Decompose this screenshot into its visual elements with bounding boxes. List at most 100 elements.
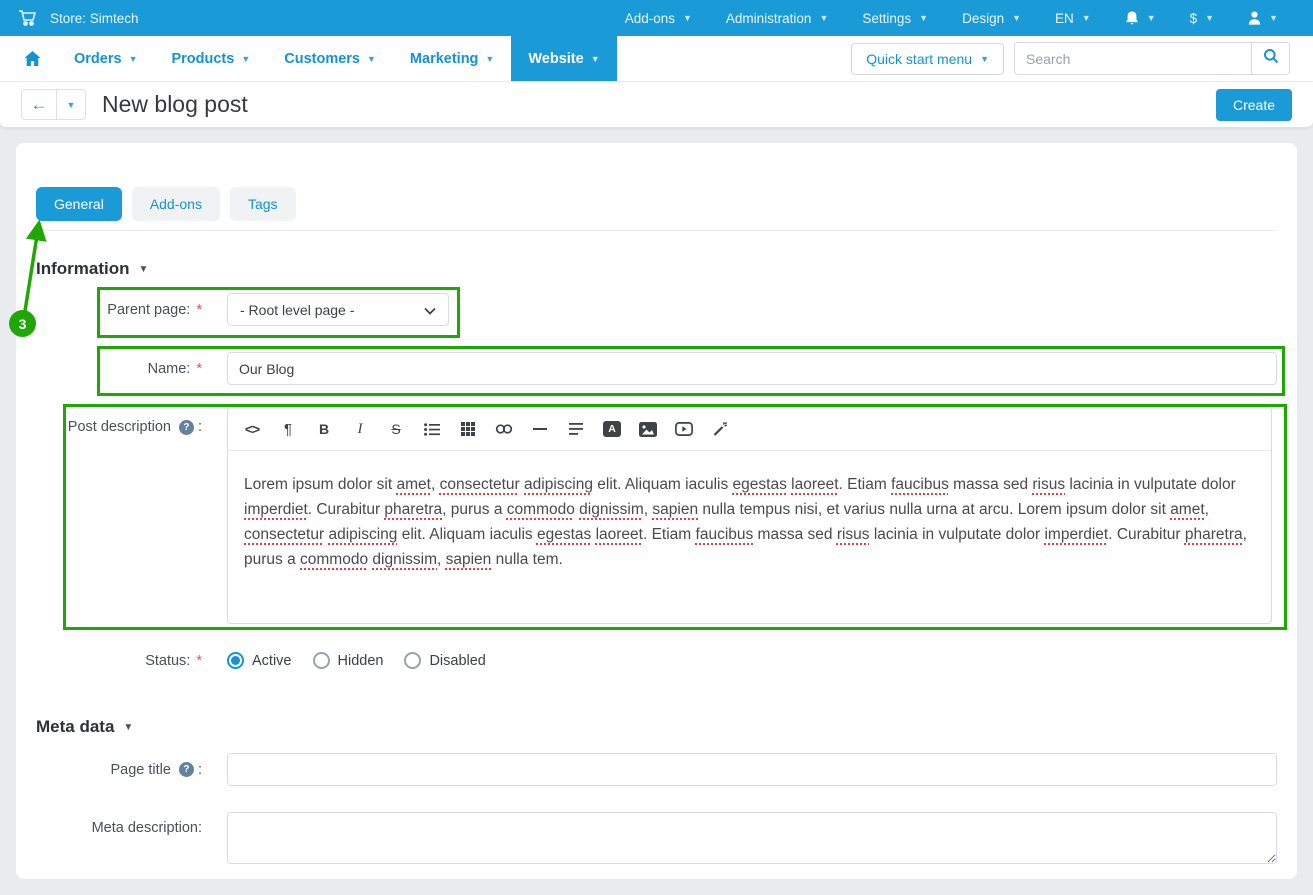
- tab-addons[interactable]: Add-ons: [132, 187, 220, 221]
- topbar-menu-design[interactable]: Design▼: [962, 11, 1021, 26]
- user-icon: [1248, 11, 1261, 25]
- meta-data-section-header[interactable]: Meta data ▼: [36, 717, 1277, 737]
- search-input[interactable]: [1014, 42, 1251, 75]
- name-input[interactable]: [227, 352, 1277, 385]
- editor-toolbar: <>¶BIS A: [228, 408, 1271, 451]
- strikethrough-icon[interactable]: S: [378, 411, 414, 447]
- page-title-input[interactable]: [227, 753, 1277, 786]
- help-icon[interactable]: ?: [179, 420, 194, 435]
- tab-bar: General Add-ons Tags: [36, 187, 1277, 221]
- chevron-down-icon: ▼: [129, 54, 138, 64]
- topbar-menu-currency[interactable]: $▼: [1190, 11, 1214, 26]
- status-radio-group: Active Hidden Disabled: [227, 652, 486, 669]
- required-mark: *: [196, 302, 202, 318]
- back-dropdown-button[interactable]: ▼: [57, 89, 86, 120]
- chevron-down-icon: ▼: [1012, 13, 1021, 23]
- status-option-hidden[interactable]: Hidden: [313, 652, 384, 669]
- nav-item-orders[interactable]: Orders▼: [57, 36, 154, 81]
- topbar-menu-administration[interactable]: Administration▼: [726, 11, 828, 26]
- parent-page-select[interactable]: - Root level page -: [227, 293, 449, 326]
- horizontal-rule-icon[interactable]: [522, 411, 558, 447]
- search-button[interactable]: [1251, 42, 1290, 75]
- name-row: Name:*: [36, 352, 1277, 385]
- nav-item-marketing[interactable]: Marketing▼: [393, 36, 511, 81]
- font-color-icon[interactable]: A: [594, 411, 630, 447]
- chevron-down-icon: ▼: [1205, 13, 1214, 23]
- chevron-down-icon: ▼: [683, 13, 692, 23]
- home-icon[interactable]: [0, 36, 57, 81]
- post-description-label: Post description ? :: [36, 407, 227, 435]
- radio-icon: [404, 652, 421, 669]
- nav-item-website[interactable]: Website▼: [511, 36, 616, 81]
- chevron-down-icon: ▼: [919, 13, 928, 23]
- parent-page-label: Parent page:*: [36, 302, 227, 318]
- annotation-step-badge: 3: [9, 310, 36, 337]
- status-option-disabled[interactable]: Disabled: [404, 652, 485, 669]
- topbar-menu-account[interactable]: ▼: [1248, 11, 1278, 25]
- bell-icon: [1125, 11, 1139, 26]
- meta-description-label: Meta description:: [36, 812, 227, 836]
- align-icon[interactable]: [558, 411, 594, 447]
- cart-icon[interactable]: [18, 9, 38, 27]
- topbar-menu-addons[interactable]: Add-ons▼: [625, 11, 692, 26]
- name-label: Name:*: [36, 361, 227, 377]
- page-title: New blog post: [102, 91, 248, 118]
- paragraph-icon[interactable]: ¶: [270, 411, 306, 447]
- content-card: General Add-ons Tags Information ▼ Paren…: [16, 143, 1297, 879]
- chevron-down-icon: ▼: [1147, 13, 1156, 23]
- nav-item-products[interactable]: Products▼: [154, 36, 267, 81]
- back-arrow-icon: ←: [31, 95, 48, 115]
- page-title-row: Page title ? :: [36, 753, 1277, 786]
- code-icon[interactable]: <>: [234, 411, 270, 447]
- topbar-menu-settings[interactable]: Settings▼: [862, 11, 928, 26]
- tab-divider: [36, 230, 1277, 231]
- back-button[interactable]: ←: [21, 89, 57, 120]
- section-collapse-icon: ▼: [123, 722, 133, 733]
- quick-start-menu-button[interactable]: Quick start menu▼: [851, 43, 1004, 75]
- search-icon: [1263, 48, 1279, 69]
- image-icon[interactable]: [630, 411, 666, 447]
- table-icon[interactable]: [450, 411, 486, 447]
- create-button[interactable]: Create: [1216, 89, 1292, 121]
- chevron-down-icon: ▼: [367, 54, 376, 64]
- italic-icon[interactable]: I: [342, 411, 378, 447]
- section-collapse-icon: ▼: [139, 264, 149, 275]
- post-description-row: Post description ? : <>¶BIS A Lorem ipsum…: [36, 407, 1277, 624]
- link-icon[interactable]: [486, 411, 522, 447]
- information-section-header[interactable]: Information ▼: [36, 259, 1277, 279]
- top-admin-bar: Store: Simtech Add-ons▼ Administration▼ …: [0, 0, 1313, 36]
- meta-description-textarea[interactable]: [227, 812, 1277, 864]
- parent-page-row: Parent page:* - Root level page -: [36, 293, 1277, 326]
- nav-item-customers[interactable]: Customers▼: [267, 36, 393, 81]
- tab-tags[interactable]: Tags: [230, 187, 296, 221]
- chevron-down-icon: ▼: [591, 54, 600, 64]
- bold-icon[interactable]: B: [306, 411, 342, 447]
- wysiwyg-editor: <>¶BIS A Lorem ipsum dolor sit amet, cons…: [227, 407, 1272, 624]
- page-title-label: Page title ? :: [36, 762, 227, 778]
- topbar-menu-notifications[interactable]: ▼: [1125, 11, 1156, 26]
- status-row: Status:* Active Hidden Disabled: [36, 652, 1277, 669]
- magic-wand-icon[interactable]: [702, 411, 738, 447]
- chevron-down-icon: ▼: [67, 100, 76, 110]
- help-icon[interactable]: ?: [179, 762, 194, 777]
- topbar-menu-language[interactable]: EN▼: [1055, 11, 1091, 26]
- chevron-down-icon: ▼: [241, 54, 250, 64]
- status-option-active[interactable]: Active: [227, 652, 292, 669]
- radio-icon: [227, 652, 244, 669]
- required-mark: *: [196, 361, 202, 377]
- radio-icon: [313, 652, 330, 669]
- video-icon[interactable]: [666, 411, 702, 447]
- required-mark: *: [196, 653, 202, 669]
- main-nav-bar: Orders▼ Products▼ Customers▼ Marketing▼ …: [0, 36, 1313, 82]
- chevron-down-icon: ▼: [980, 54, 989, 64]
- chevron-down-icon: [424, 302, 436, 318]
- status-label: Status:*: [36, 653, 227, 669]
- editor-content[interactable]: Lorem ipsum dolor sit amet, consectetur …: [228, 451, 1271, 623]
- chevron-down-icon: ▼: [819, 13, 828, 23]
- tab-general[interactable]: General: [36, 187, 122, 221]
- store-label: Store: Simtech: [50, 11, 139, 26]
- chevron-down-icon: ▼: [1082, 13, 1091, 23]
- page-header: ← ▼ New blog post Create: [0, 82, 1313, 127]
- unordered-list-icon[interactable]: [414, 411, 450, 447]
- chevron-down-icon: ▼: [1269, 13, 1278, 23]
